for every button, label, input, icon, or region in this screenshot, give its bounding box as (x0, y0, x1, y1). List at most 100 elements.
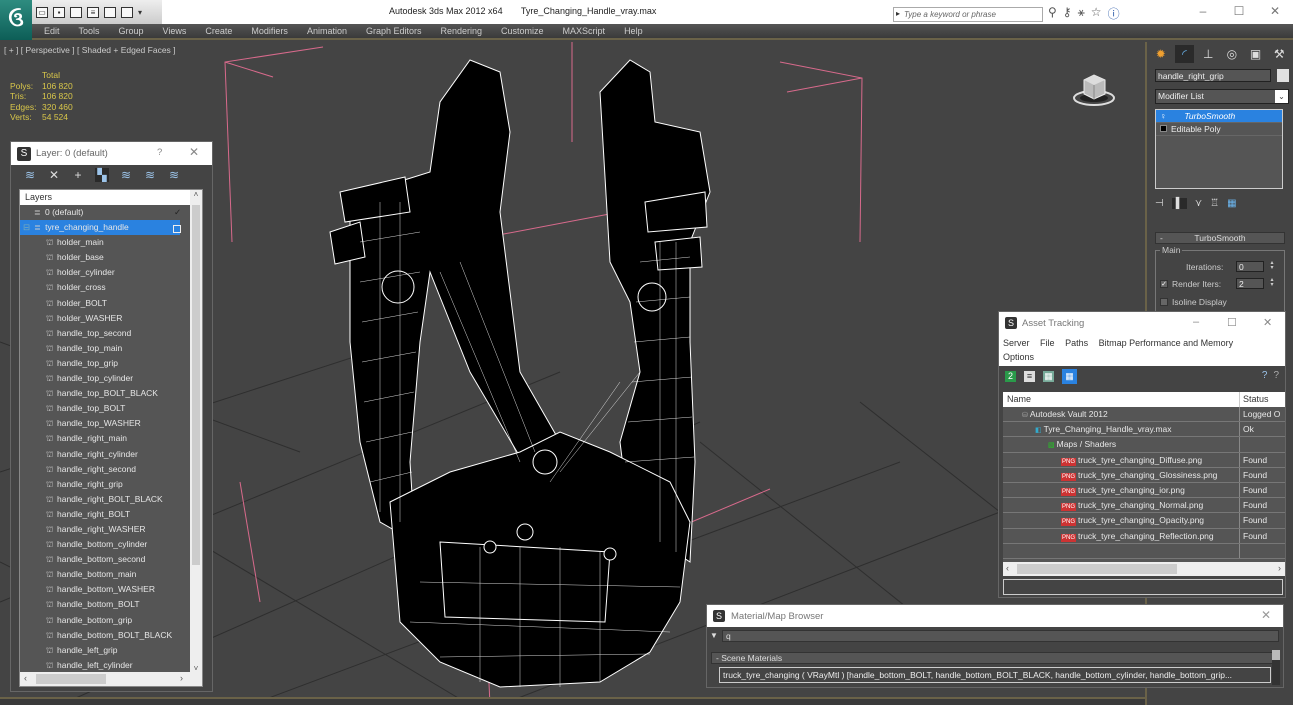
scrollbar-thumb[interactable] (1272, 650, 1280, 660)
object-row[interactable]: ⛫ handle_top_main (20, 341, 202, 356)
menu-server[interactable]: Server (1003, 338, 1030, 348)
render-iters-checkbox[interactable]: ✓ (1160, 280, 1168, 288)
object-row[interactable]: ⛫ handle_bottom_main (20, 567, 202, 582)
scroll-left-icon[interactable]: ‹ (24, 673, 27, 683)
asset-row[interactable]: ⛁ Autodesk Vault 2012 Logged O (1003, 407, 1285, 423)
create-tab-icon[interactable]: ✹ (1151, 45, 1171, 63)
collapse-icon[interactable]: - (1160, 233, 1163, 244)
asset-row[interactable]: ◧ Tyre_Changing_Handle_vray.max Ok (1003, 422, 1285, 438)
menu-file[interactable]: File (1040, 338, 1055, 348)
object-row[interactable]: ⛫ holder_cross (20, 280, 202, 295)
object-row[interactable]: ⛫ handle_bottom_cylinder (20, 537, 202, 552)
minimize-button[interactable]: – (1185, 0, 1221, 24)
horizontal-scrollbar[interactable]: ‹ › (1003, 562, 1285, 576)
material-browser-titlebar[interactable]: S Material/Map Browser ✕ (707, 605, 1283, 627)
object-row[interactable]: ⛫ holder_cylinder (20, 265, 202, 280)
menu-create[interactable]: Create (205, 26, 232, 36)
asset-row[interactable]: PNG truck_tyre_changing_Normal.png Found (1003, 498, 1285, 514)
modify-tab-icon[interactable]: ◜ (1174, 45, 1195, 63)
object-row[interactable]: ⛫ holder_BOLT (20, 296, 202, 311)
menu-animation[interactable]: Animation (307, 26, 347, 36)
make-unique-icon[interactable]: ⋎ (1195, 198, 1202, 209)
table-view-icon[interactable]: ▦ (1062, 368, 1077, 384)
scroll-right-icon[interactable]: › (180, 673, 183, 683)
key-icon[interactable]: ⚷ (1063, 5, 1072, 22)
help-icon[interactable]: ? (1262, 370, 1268, 381)
scroll-up-icon[interactable]: ˄ (190, 190, 202, 199)
menu-help[interactable]: Help (624, 26, 643, 36)
scene-materials-group[interactable]: - Scene Materials (711, 652, 1274, 664)
menu-bitmap-performance[interactable]: Bitmap Performance and Memory (1099, 338, 1234, 348)
freeze-all-layers-icon[interactable]: ≋ (167, 168, 181, 182)
pin-stack-icon[interactable]: ⊣ (1155, 198, 1164, 209)
object-row[interactable]: ⛫ handle_right_grip (20, 477, 202, 492)
asset-row[interactable]: PNG truck_tyre_changing_Diffuse.png Found (1003, 452, 1285, 468)
object-row[interactable]: ⛫ handle_bottom_WASHER (20, 582, 202, 597)
object-row[interactable]: ⛫ holder_main (20, 235, 202, 250)
object-row[interactable]: ⛫ handle_right_second (20, 462, 202, 477)
object-row[interactable]: ⛫ handle_right_main (20, 431, 202, 446)
object-row[interactable]: ⛫ handle_right_BOLT_BLACK (20, 492, 202, 507)
maximize-button[interactable]: ☐ (1227, 316, 1237, 329)
highlight-layer-icon[interactable]: ≋ (119, 168, 133, 182)
minimize-button[interactable]: – (1193, 316, 1199, 328)
menu-paths[interactable]: Paths (1065, 338, 1088, 348)
object-row[interactable]: ⛫ handle_top_BOLT_BLACK (20, 386, 202, 401)
maximize-button[interactable]: ☐ (1221, 0, 1257, 24)
help-icon[interactable]: ⓘ (1108, 5, 1120, 22)
object-row[interactable]: ⛫ handle_left_grip (20, 643, 202, 658)
isoline-display-checkbox[interactable] (1160, 298, 1168, 306)
dropdown-icon[interactable]: ▾ (138, 8, 142, 17)
menu-views[interactable]: Views (163, 26, 187, 36)
column-status[interactable]: Status (1240, 392, 1269, 407)
scrollbar-thumb[interactable] (1017, 564, 1177, 574)
asset-tracking-titlebar[interactable]: S Asset Tracking – ☐ ✕ (999, 312, 1285, 334)
close-button[interactable]: ✕ (1257, 0, 1293, 24)
object-row[interactable]: ⛫ handle_bottom_second (20, 552, 202, 567)
lightbulb-icon[interactable]: ♀ (1160, 111, 1166, 121)
menu-customize[interactable]: Customize (501, 26, 544, 36)
viewcube-icon[interactable] (1072, 72, 1116, 108)
fetch-icon[interactable] (121, 6, 133, 18)
close-button[interactable]: ✕ (1263, 316, 1272, 329)
stack-item-turbosmooth[interactable]: ♀ TurboSmooth (1156, 110, 1282, 123)
undo-icon[interactable] (70, 6, 82, 18)
scroll-right-icon[interactable]: › (1278, 563, 1281, 573)
asset-row[interactable]: PNG truck_tyre_changing_Opacity.png Found (1003, 513, 1285, 529)
asset-row[interactable]: PNG truck_tyre_changing_Reflection.png Fou… (1003, 528, 1285, 544)
material-item[interactable]: truck_tyre_changing ( VRayMtl ) [handle_… (719, 667, 1271, 683)
asset-row[interactable]: PNG truck_tyre_changing_Glossiness.png Fou… (1003, 467, 1285, 483)
horizontal-scrollbar[interactable]: ‹ › (20, 672, 202, 686)
delete-layer-icon[interactable]: ✕ (47, 168, 61, 182)
create-layer-icon[interactable]: ≋ (23, 168, 37, 182)
select-objects-icon[interactable]: ▚ (95, 168, 109, 182)
iterations-spinner[interactable]: 0 (1236, 261, 1264, 272)
spinner-arrows-icon[interactable]: ▴ ▾ (1268, 277, 1276, 289)
menu-graph-editors[interactable]: Graph Editors (366, 26, 422, 36)
list-view-icon[interactable]: ≡ (1024, 370, 1035, 382)
scrollbar-thumb[interactable] (192, 205, 200, 565)
object-row[interactable]: ⛫ handle_top_second (20, 326, 202, 341)
motion-tab-icon[interactable]: ◎ (1222, 45, 1242, 63)
menu-options[interactable]: Options (1003, 352, 1034, 362)
asset-row[interactable]: PNG truck_tyre_changing_ior.png Found (1003, 482, 1285, 499)
column-name[interactable]: Name (1003, 392, 1240, 407)
close-button[interactable]: ✕ (189, 145, 199, 159)
object-row[interactable]: ⛫ handle_top_WASHER (20, 416, 202, 431)
layer-dialog-titlebar[interactable]: S Layer: 0 (default) ? ✕ (11, 142, 212, 165)
object-color-swatch[interactable] (1277, 69, 1289, 82)
object-row[interactable]: ⛫ holder_base (20, 250, 202, 265)
menu-edit[interactable]: Edit (44, 26, 60, 36)
remove-modifier-icon[interactable]: ♖ (1210, 198, 1219, 209)
help-button[interactable]: ? (157, 147, 162, 158)
stack-item-editable-poly[interactable]: Editable Poly (1156, 123, 1282, 136)
scroll-left-icon[interactable]: ‹ (1006, 563, 1009, 573)
menu-group[interactable]: Group (119, 26, 144, 36)
object-row[interactable]: ⛫ handle_bottom_BOLT (20, 597, 202, 612)
hide-all-layers-icon[interactable]: ≋ (143, 168, 157, 182)
binoculars-icon[interactable]: ⚲ (1048, 5, 1057, 22)
menu-tools[interactable]: Tools (79, 26, 100, 36)
layer-row-tyre-changing-handle[interactable]: ⊟ ≣ tyre_changing_handle (20, 220, 180, 236)
scrollbar-thumb[interactable] (36, 674, 106, 684)
object-row[interactable]: ⛫ handle_bottom_BOLT_BLACK (20, 628, 202, 643)
